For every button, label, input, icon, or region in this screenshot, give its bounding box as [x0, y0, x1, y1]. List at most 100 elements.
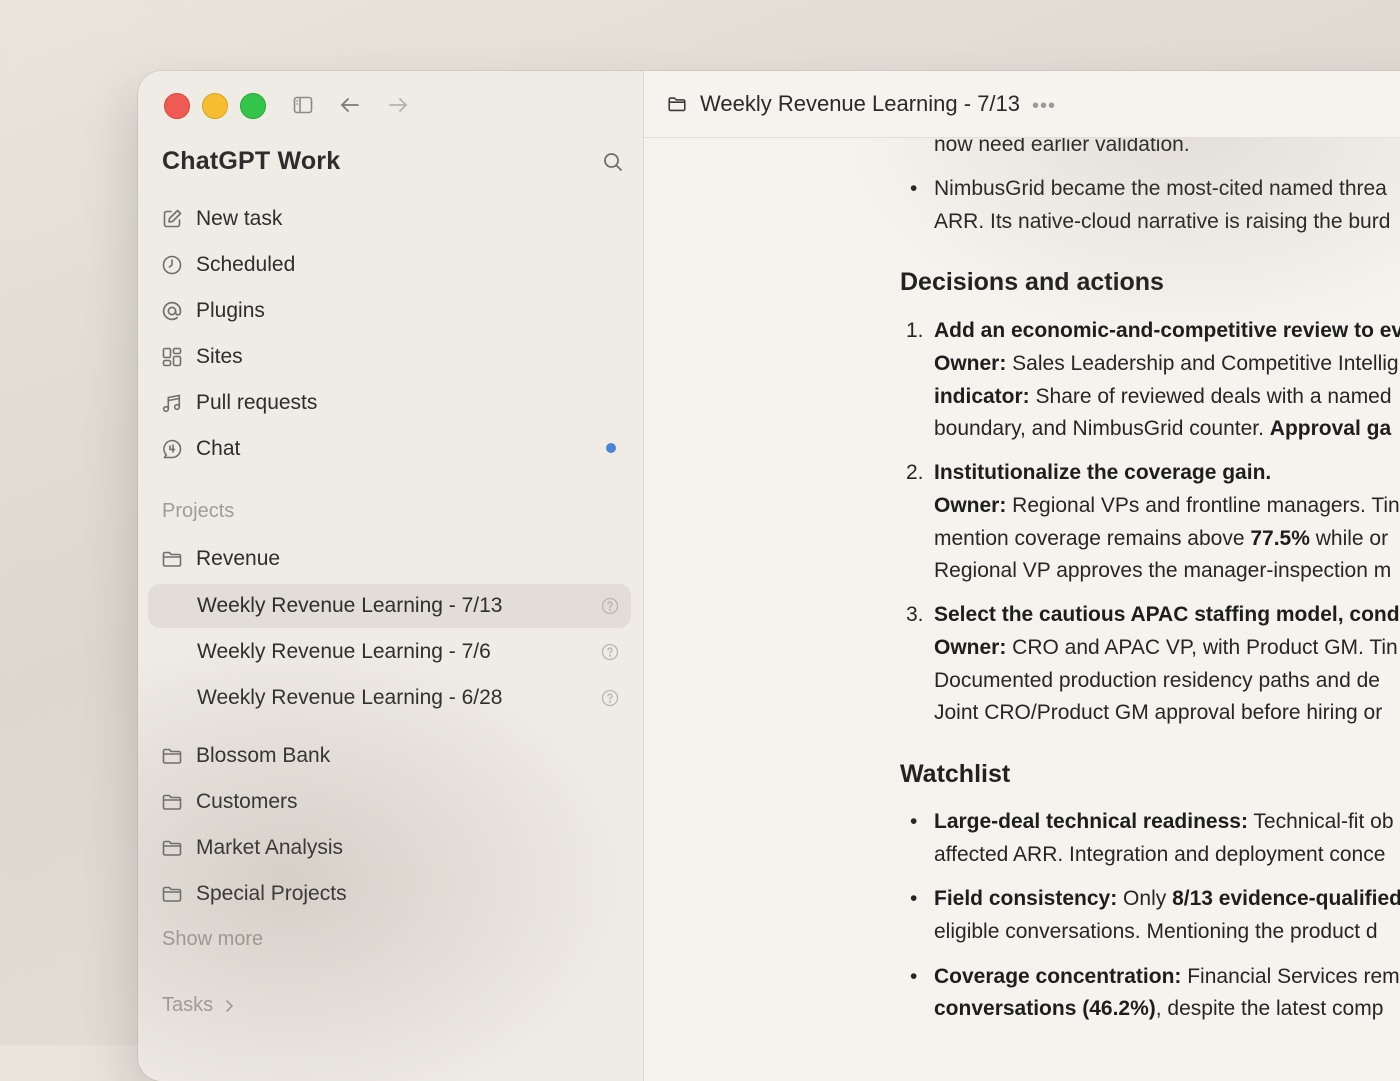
projects-heading: Projects [162, 500, 235, 522]
text: Technical-fit ob [1247, 810, 1394, 833]
project-label: Revenue [196, 547, 281, 570]
close-window-button[interactable] [164, 93, 190, 119]
nav-scheduled[interactable]: Scheduled [160, 247, 295, 283]
bold-text: indicator: [934, 385, 1030, 408]
list-item-title: Select the cautious APAC staffing model,… [934, 599, 1400, 632]
project-customers[interactable]: Customers [160, 784, 298, 820]
search-icon[interactable] [602, 151, 624, 173]
body-line: Joint CRO/Product GM approval before hir… [934, 701, 1383, 724]
nav-pull-requests[interactable]: Pull requests [160, 385, 317, 421]
project-blossom-bank[interactable]: Blossom Bank [160, 738, 330, 774]
nav-label: Chat [196, 437, 241, 460]
bold-text: Field consistency: [934, 887, 1118, 910]
list-number: 1. [906, 319, 924, 342]
project-label: Special Projects [196, 882, 347, 905]
pull-request-icon [160, 391, 184, 415]
task-item[interactable]: Weekly Revenue Learning - 7/6 [148, 630, 631, 674]
text: Regional VPs and frontline managers. Tin [1006, 494, 1400, 517]
section-heading: Watchlist [900, 760, 1011, 788]
body-line: indicator: Share of reviewed deals with … [934, 381, 1392, 414]
nav-label: New task [196, 207, 283, 230]
bold-text: Approval ga [1269, 417, 1392, 440]
text: Share of reviewed deals with a named [1029, 385, 1392, 408]
compose-icon [160, 207, 184, 231]
maximize-window-button[interactable] [240, 93, 266, 119]
nav-label: Sites [196, 345, 243, 368]
body-line: Documented production residency paths an… [934, 669, 1380, 692]
text: Only [1117, 887, 1173, 910]
forward-arrow-icon[interactable] [386, 93, 410, 117]
bold-text: Coverage concentration: [934, 965, 1182, 988]
at-sign-icon [160, 299, 184, 323]
grid-icon [160, 345, 184, 369]
text: mention coverage remains above [934, 527, 1251, 550]
nav-label: Pull requests [196, 391, 318, 414]
text: CRO and APAC VP, with Product GM. Tin [1006, 636, 1398, 659]
app-title: ChatGPT Work [162, 147, 341, 175]
list-number: 3. [906, 603, 924, 626]
bold-text: Owner: [934, 636, 1007, 659]
project-special-projects[interactable]: Special Projects [160, 876, 347, 912]
task-label: Weekly Revenue Learning - 7/6 [197, 640, 491, 663]
text: Financial Services rem [1181, 965, 1400, 988]
folder-icon [160, 744, 184, 768]
chat-icon [160, 437, 184, 461]
task-label: Weekly Revenue Learning - 7/13 [197, 594, 503, 617]
body-line: affected ARR. Integration and deployment… [934, 843, 1386, 866]
show-more-link[interactable]: Show more [162, 928, 263, 951]
body-line: Regional VP approves the manager-inspect… [934, 559, 1392, 582]
minimize-window-button[interactable] [202, 93, 228, 119]
bold-text: Large-deal technical readiness: [934, 810, 1248, 833]
list-item-title: Add an economic-and-competitive review t… [934, 315, 1400, 348]
main-panel: Weekly Revenue Learning - 7/13 ••• now n… [644, 71, 1400, 1081]
text: Sales Leadership and Competitive Intelli… [1006, 352, 1399, 375]
task-status-icon [601, 643, 619, 661]
folder-icon [160, 790, 184, 814]
bold-text: Add an economic-and-competitive review t… [934, 319, 1400, 342]
nav-sites[interactable]: Sites [160, 339, 243, 375]
sidebar: ChatGPT Work New task Scheduled Plugins … [138, 71, 644, 1081]
tasks-section-toggle[interactable]: Tasks [162, 994, 235, 1017]
project-label: Customers [196, 790, 298, 813]
body-line: Owner: CRO and APAC VP, with Product GM.… [934, 632, 1398, 665]
task-status-icon [601, 689, 619, 707]
nav-chat[interactable]: Chat [160, 431, 240, 467]
task-status-icon [601, 597, 619, 615]
document-title: Weekly Revenue Learning - 7/13 [700, 91, 1021, 116]
heading-decisions: Decisions and actions [900, 267, 1164, 297]
body-line: NimbusGrid became the most-cited named t… [934, 177, 1387, 200]
nav-plugins[interactable]: Plugins [160, 293, 265, 329]
body-line: Large-deal technical readiness: Technica… [934, 806, 1394, 839]
body-line: conversations (46.2%), despite the lates… [934, 993, 1383, 1026]
nav-label: Scheduled [196, 253, 296, 276]
clock-icon [160, 253, 184, 277]
text: while or [1309, 527, 1389, 550]
bold-text: Owner: [934, 494, 1007, 517]
sidebar-toggle-icon[interactable] [291, 93, 315, 117]
text: , despite the latest comp [1155, 997, 1384, 1020]
bold-text: Owner: [934, 352, 1007, 375]
bullet-marker: • [910, 965, 918, 988]
project-market-analysis[interactable]: Market Analysis [160, 830, 343, 866]
bold-text: Select the cautious APAC staffing model,… [934, 603, 1400, 626]
body-line: Owner: Sales Leadership and Competitive … [934, 348, 1399, 381]
body-line: Coverage concentration: Financial Servic… [934, 961, 1400, 994]
nav-new-task[interactable]: New task [160, 201, 282, 237]
task-item[interactable]: Weekly Revenue Learning - 6/28 [148, 676, 631, 720]
folder-icon [666, 93, 688, 115]
folder-icon [160, 836, 184, 860]
bullet-marker: • [910, 887, 918, 910]
list-item-title: Institutionalize the coverage gain. [934, 457, 1271, 490]
section-heading: Decisions and actions [900, 268, 1164, 296]
back-arrow-icon[interactable] [338, 93, 362, 117]
task-item-active[interactable]: Weekly Revenue Learning - 7/13 [148, 584, 631, 628]
more-options-icon[interactable]: ••• [1032, 95, 1056, 118]
task-label: Weekly Revenue Learning - 6/28 [197, 686, 503, 709]
text: boundary, and NimbusGrid counter. [934, 417, 1270, 440]
body-line: boundary, and NimbusGrid counter. Approv… [934, 413, 1391, 446]
body-line: Field consistency: Only 8/13 evidence-qu… [934, 883, 1400, 916]
bold-text: Institutionalize the coverage gain. [934, 461, 1272, 484]
project-revenue[interactable]: Revenue [160, 541, 280, 577]
list-number: 2. [906, 461, 924, 484]
nav-label: Plugins [196, 299, 265, 322]
